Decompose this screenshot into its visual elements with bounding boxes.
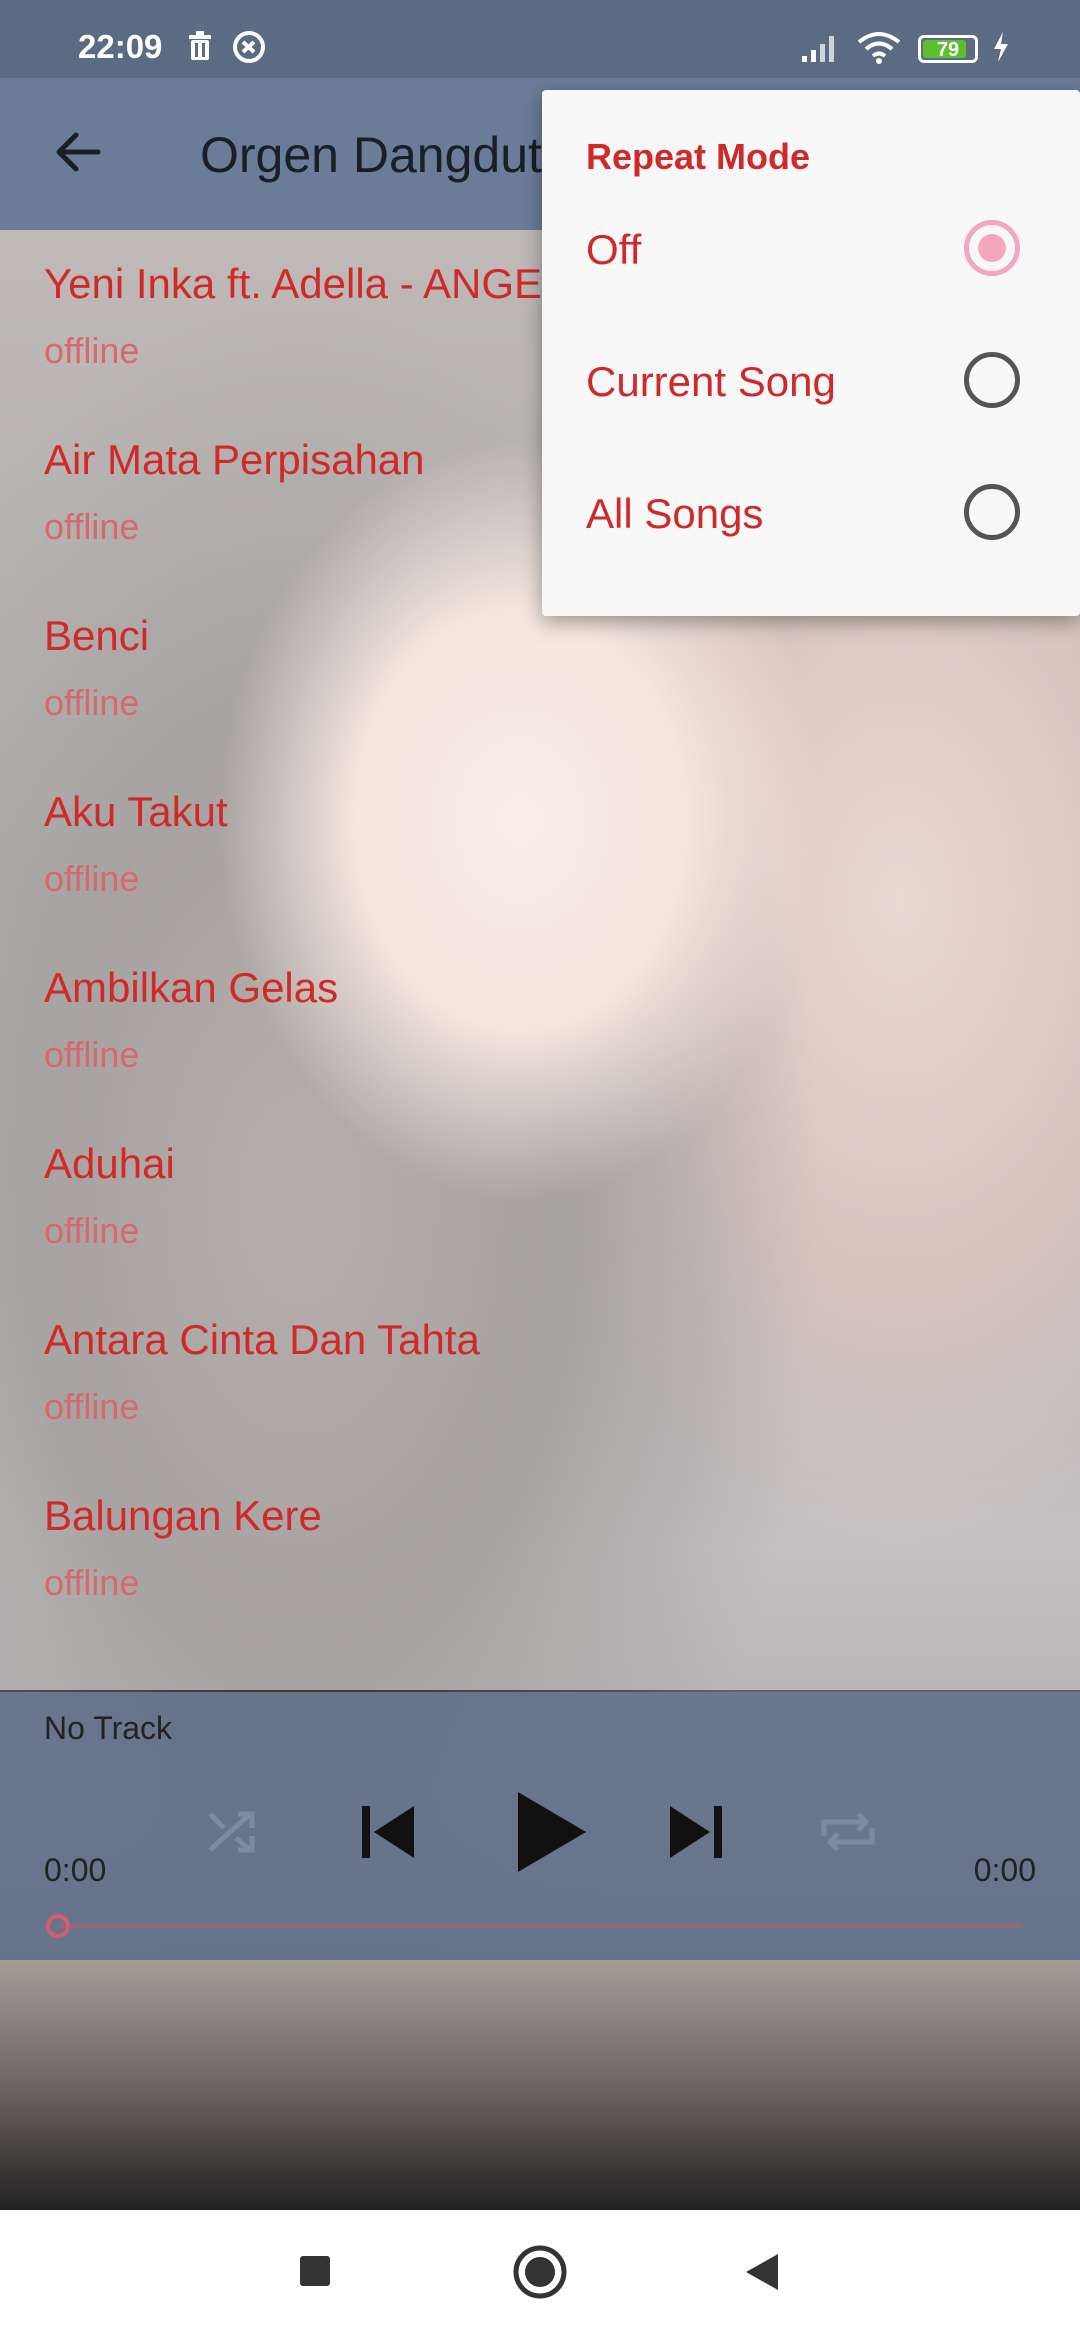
signal-icon bbox=[802, 36, 834, 62]
page-title: Orgen Dangdut bbox=[200, 127, 542, 183]
song-title: Air Mata Perpisahan bbox=[44, 436, 425, 483]
song-subtitle: offline bbox=[44, 1034, 140, 1075]
repeat-option-off[interactable]: Off bbox=[542, 182, 1080, 314]
song-title: Balungan Kere bbox=[44, 1492, 322, 1539]
track-name: No Track bbox=[44, 1710, 173, 1746]
next-icon[interactable] bbox=[656, 1792, 736, 1872]
song-title: Yeni Inka ft. Adella - ANGEL bbox=[44, 260, 566, 307]
play-icon[interactable] bbox=[500, 1784, 596, 1880]
background-photo-lower bbox=[0, 1960, 1080, 2210]
song-subtitle: offline bbox=[44, 858, 140, 899]
song-item-8[interactable]: Balungan Kere offline bbox=[0, 1462, 1080, 1638]
wifi-icon bbox=[857, 32, 901, 64]
repeat-icon[interactable] bbox=[808, 1792, 888, 1872]
song-title: Benci bbox=[44, 612, 150, 659]
charging-icon bbox=[994, 32, 1008, 62]
song-subtitle: offline bbox=[44, 1562, 140, 1603]
song-subtitle: offline bbox=[44, 1210, 140, 1251]
sync-icon bbox=[233, 31, 265, 63]
radio-checked-icon[interactable] bbox=[964, 220, 1020, 276]
menu-title: Repeat Mode bbox=[586, 136, 811, 177]
time-elapsed: 0:00 bbox=[44, 1852, 107, 1888]
radio-unchecked-icon[interactable] bbox=[964, 484, 1020, 540]
battery-level: 79 bbox=[936, 39, 960, 61]
seek-thumb[interactable] bbox=[46, 1914, 70, 1938]
status-bar: 22:09 79 bbox=[0, 0, 1080, 78]
repeat-mode-menu: Repeat Mode Off Current Song All Songs bbox=[542, 90, 1080, 616]
song-title: Ambilkan Gelas bbox=[44, 964, 339, 1011]
option-label: Off bbox=[586, 226, 642, 273]
song-subtitle: offline bbox=[44, 1386, 140, 1427]
song-subtitle: offline bbox=[44, 682, 140, 723]
time-total: 0:00 bbox=[973, 1852, 1036, 1888]
option-label: Current Song bbox=[586, 358, 836, 405]
repeat-option-all-songs[interactable]: All Songs bbox=[542, 446, 1080, 578]
battery-icon: 79 bbox=[918, 35, 978, 63]
option-label: All Songs bbox=[586, 490, 764, 537]
song-subtitle: offline bbox=[44, 330, 140, 371]
song-title: Antara Cinta Dan Tahta bbox=[44, 1316, 480, 1363]
back-icon[interactable] bbox=[740, 2250, 782, 2294]
recents-icon[interactable] bbox=[298, 2254, 332, 2288]
song-item-4[interactable]: Aku Takut offline bbox=[0, 758, 1080, 934]
shuffle-icon[interactable] bbox=[192, 1792, 272, 1872]
song-subtitle: offline bbox=[44, 506, 140, 547]
trash-icon bbox=[189, 31, 211, 60]
song-item-7[interactable]: Antara Cinta Dan Tahta offline bbox=[0, 1286, 1080, 1462]
song-item-5[interactable]: Ambilkan Gelas offline bbox=[0, 934, 1080, 1110]
navigation-bar bbox=[0, 2210, 1080, 2340]
repeat-option-current-song[interactable]: Current Song bbox=[542, 314, 1080, 446]
status-time: 22:09 bbox=[78, 28, 163, 65]
previous-icon[interactable] bbox=[348, 1792, 428, 1872]
song-title: Aduhai bbox=[44, 1140, 175, 1187]
arrow-left-icon[interactable] bbox=[48, 122, 108, 182]
radio-unchecked-icon[interactable] bbox=[964, 352, 1020, 408]
player-panel: No Track 0:00 0:00 bbox=[0, 1692, 1080, 1960]
song-title: Aku Takut bbox=[44, 788, 228, 835]
song-item-6[interactable]: Aduhai offline bbox=[0, 1110, 1080, 1286]
seek-bar[interactable] bbox=[58, 1924, 1022, 1928]
home-icon[interactable] bbox=[512, 2244, 568, 2300]
